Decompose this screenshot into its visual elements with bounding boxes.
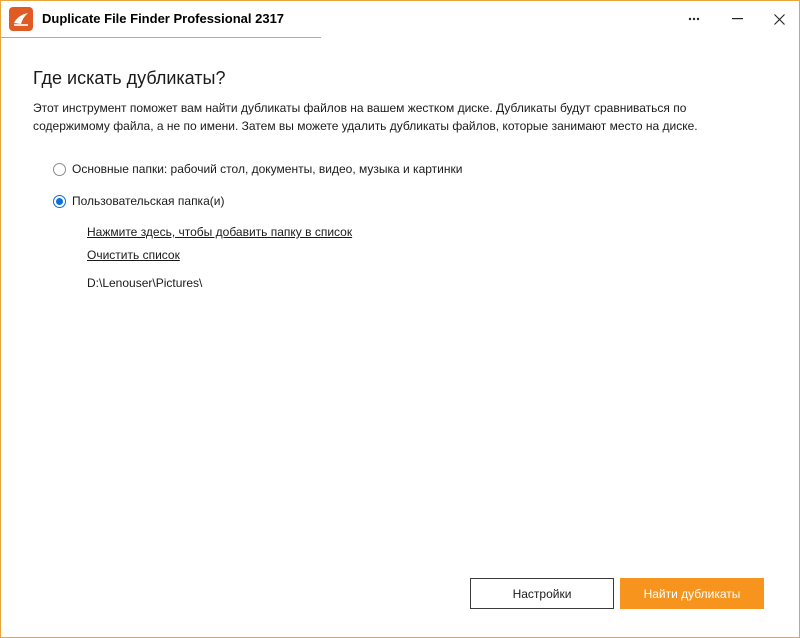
- settings-button[interactable]: Настройки: [470, 578, 614, 609]
- folder-list-item[interactable]: D:\Lenouser\Pictures\: [87, 276, 202, 290]
- option-standard-folders-label: Основные папки: рабочий стол, документы,…: [72, 162, 463, 176]
- window-title: Duplicate File Finder Professional 2317: [42, 11, 285, 26]
- find-duplicates-button[interactable]: Найти дубликаты: [620, 578, 764, 609]
- close-icon: [773, 13, 785, 25]
- minimize-icon: [731, 18, 743, 20]
- option-custom-folders[interactable]: Пользовательская папка(и): [53, 194, 224, 208]
- app-window: Duplicate File Finder Professional 2317 …: [0, 0, 800, 638]
- option-standard-folders[interactable]: Основные папки: рабочий стол, документы,…: [53, 162, 462, 176]
- title-bar-divider: [1, 37, 321, 38]
- close-button[interactable]: [759, 1, 799, 37]
- page-title: Где искать дубликаты?: [33, 68, 226, 88]
- radio-custom-folders[interactable]: [53, 194, 66, 208]
- more-options-button[interactable]: [674, 1, 714, 37]
- option-custom-folders-label: Пользовательская папка(и): [72, 194, 225, 208]
- minimize-button[interactable]: [717, 1, 757, 37]
- add-folder-link[interactable]: Нажмите здесь, чтобы добавить папку в сп…: [87, 225, 352, 239]
- app-logo-icon: [9, 7, 33, 31]
- clear-list-link[interactable]: Очистить список: [87, 248, 180, 262]
- radio-standard-folders[interactable]: [53, 162, 66, 176]
- tool-description: Этот инструмент поможет вам найти дублик…: [33, 101, 698, 133]
- title-bar[interactable]: Duplicate File Finder Professional 2317: [1, 1, 799, 38]
- more-options-icon: [688, 17, 700, 21]
